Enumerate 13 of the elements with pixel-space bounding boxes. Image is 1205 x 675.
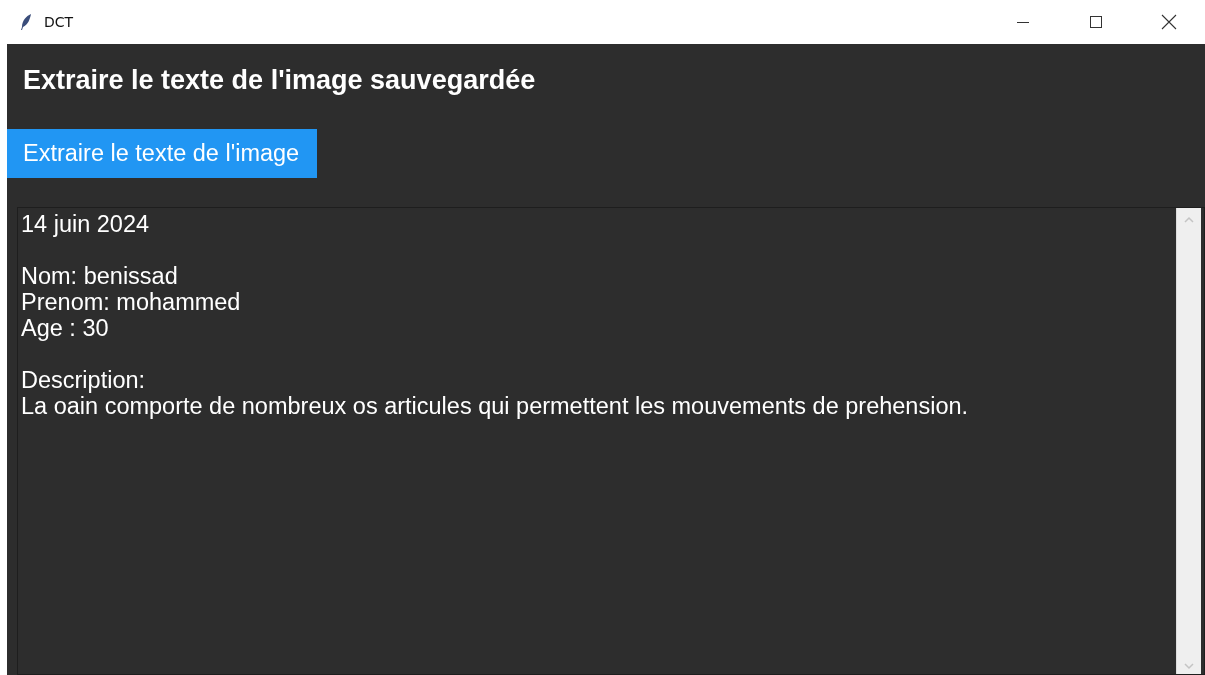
feather-icon (20, 13, 32, 31)
window-title: DCT (44, 14, 74, 30)
text-paragraph: Description: La oain comporte de nombreux os articules qui permettent les mouvements de prehension. (21, 367, 970, 419)
minimize-icon (1016, 21, 1029, 23)
scroll-up-icon[interactable] (1183, 216, 1195, 224)
scrollbar[interactable] (1176, 208, 1201, 674)
text-paragraph: 14 juin 2024 (21, 211, 151, 237)
heading: Extraire le texte de l'image sauvegardée (22, 64, 537, 97)
scroll-down-icon[interactable] (1183, 662, 1195, 670)
text-area[interactable]: 14 juin 2024 Nom: benissad Prenom: mohammed Age : 30 Description: La oain comporte de nombreux os articules qui permettent les mouvements de prehension. (17, 207, 1205, 675)
maximize-icon (1088, 15, 1103, 29)
close-icon (1160, 14, 1177, 30)
text-paragraph: Nom: benissad Prenom: mohammed Age : 30 (21, 263, 242, 341)
